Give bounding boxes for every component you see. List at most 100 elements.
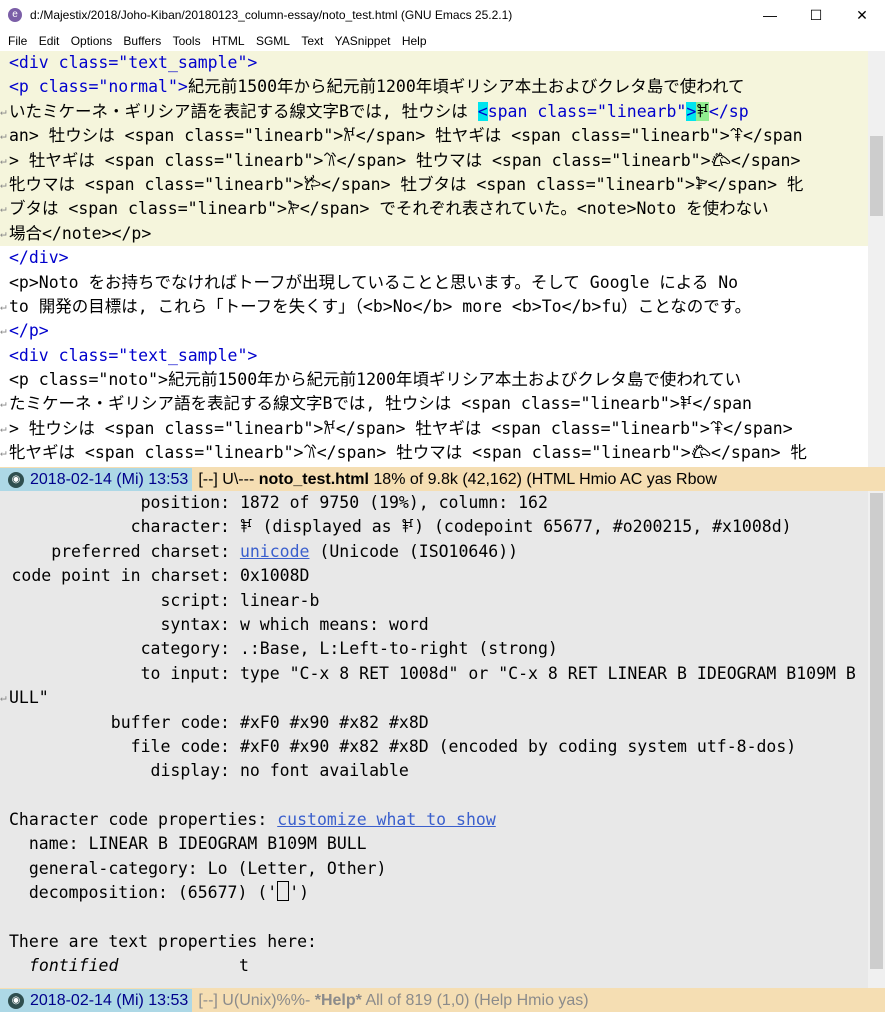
menu-edit[interactable]: Edit [31,31,60,51]
editor-scrollbar[interactable] [868,51,885,467]
wrap-indicator-icon: ↵ [0,691,7,705]
help-line: category: .:Base, L:Left-to-right (stron… [140,639,558,659]
code-line: ↵ 牝ウマは <span class="linearb">𐂂</span> 牡ブタ… [0,172,868,198]
tofu-glyph: 𐂍 [696,101,709,121]
wrap-indicator-icon: ↵ [0,129,7,143]
menu-file[interactable]: File [0,31,27,51]
help-line: syntax: w which means: word [160,614,429,634]
text-cursor: < [477,101,488,121]
help-blank-line [0,906,868,930]
menu-text[interactable]: Text [293,31,323,51]
code-line: <p class="noto">紀元前1500年から紀元前1200年頃ギリシア本… [9,370,742,390]
modeline-date: ◉ 2018-02-14 (Mi) 13:53 [0,468,193,491]
code-line: <p class="normal">紀元前1500年から紀元前1200年頃ギリシ… [0,75,868,100]
menu-tools[interactable]: Tools [165,31,201,51]
help-line: script: linear-b [160,590,320,610]
menu-options[interactable]: Options [63,31,112,51]
code-text: an> 牡ウシは <span class="linearb">𐂌</span> … [9,126,803,146]
clock-icon: ◉ [8,993,24,1009]
help-scrollbar-thumb[interactable] [870,493,883,969]
code-tag: <p class="normal"> [9,77,188,97]
help-line: position: 1872 of 9750 (19%), column: 16… [140,493,548,512]
tofu-box-icon [277,881,290,902]
code-text: たミケーネ・ギリシア語を表記する線文字Bでは, 牡ウシは <span class… [9,394,752,414]
help-line: ↵ ULL" [0,686,868,710]
wrap-indicator-icon: ↵ [0,202,7,216]
code-line: ↵ an> 牡ウシは <span class="linearb">𐂌</span>… [0,124,868,149]
code-line: ↵ たミケーネ・ギリシア語を表記する線文字Bでは, 牡ウシは <span clas… [0,392,868,416]
help-line: fontified t [29,956,249,976]
menu-html[interactable]: HTML [204,31,245,51]
maximize-button[interactable]: ☐ [793,0,839,31]
help-line: to input: type "C-x 8 RET 1008d" or "C-x… [140,663,856,683]
code-tag: span class="linearb" [487,101,687,121]
minimize-button[interactable]: — [747,0,793,31]
help-blank-line [0,784,868,808]
wrap-indicator-icon: ↵ [0,397,7,411]
modeline-editor: ◉ 2018-02-14 (Mi) 13:53 [--] U\--- noto_te… [0,467,885,491]
modeline-position: 18% of 9.8k (42,162) [368,471,522,488]
menu-sgml[interactable]: SGML [248,31,290,51]
help-line: decomposition: (65677) (' ') [9,881,310,903]
code-line: <div class="text_sample"> [0,51,868,76]
code-line: ↵ > 牡ウシは <span class="linearb">𐂌</span> 牡… [0,417,868,441]
code-line: <div class="text_sample"> [9,345,258,365]
modeline-status: [--] U\--- [198,471,259,488]
wrap-indicator-icon: ↵ [0,324,7,338]
help-line: general-category: Lo (Letter, Other) [9,858,387,878]
code-line: ↵ 牝ヤギは <span class="linearb">𐂈</span> 牡ウマ… [0,441,868,465]
editor-scrollbar-thumb[interactable] [870,136,883,216]
close-button[interactable]: ✕ [839,0,885,31]
help-line: preferred charset: unicode (Unicode (ISO… [51,541,519,561]
code-text: 場合</note></p> [9,223,152,243]
wrap-indicator-icon: ↵ [0,104,7,118]
help-line: Character code properties: customize wha… [9,810,496,830]
wrap-indicator-icon: ↵ [0,421,7,435]
help-line: file code: #xF0 #x90 #x82 #x8D (encoded … [130,736,797,756]
modeline-modes[interactable]: (Help Hmio yas) [470,992,589,1009]
wrap-indicator-icon: ↵ [0,446,7,460]
code-tag: </sp [708,101,749,121]
wrap-indicator-icon: ↵ [0,153,7,167]
help-line: name: LINEAR B IDEOGRAM B109M BULL [9,834,367,854]
help-pane[interactable]: position: 1872 of 9750 (19%), column: 16… [0,491,868,988]
modeline-help: ◉ 2018-02-14 (Mi) 13:53 [--] U(Unix)%%- *H… [0,988,885,1012]
customize-link[interactable]: customize what to show [277,810,496,829]
code-text: ブタは <span class="linearb">𐂊</span> でそれぞれ… [9,199,769,219]
menu-buffers[interactable]: Buffers [115,31,161,51]
modeline-date: ◉ 2018-02-14 (Mi) 13:53 [0,989,193,1012]
code-line: <p>Noto をお持ちでなければトーフが出現していることと思います。そして G… [9,272,739,292]
modeline-position: All of 819 (1,0) [361,992,470,1009]
modeline-modes[interactable]: (HTML Hmio AC yas Rbow [522,471,717,488]
code-line: </div> [9,248,69,268]
help-line: buffer code: #xF0 #x90 #x82 #x8D [110,712,429,732]
code-text: いたミケーネ・ギリシア語を表記する線文字Bでは, 牡ウシは [9,101,478,121]
help-line: display: no font available [150,761,409,781]
clock-icon: ◉ [8,472,24,488]
code-text: > 牡ヤギは <span class="linearb">𐂈</span> 牡ウ… [9,150,801,170]
code-line: ↵ > 牡ヤギは <span class="linearb">𐂈</span> 牡… [0,148,868,173]
title-bar: e d:/Majestix/2018/Joho-Kiban/20180123_c… [0,0,885,31]
editor-pane[interactable]: <div class="text_sample"> <p class="norm… [0,51,868,467]
help-scrollbar[interactable] [868,491,885,988]
wrap-indicator-icon: ↵ [0,226,7,240]
emacs-icon: e [8,8,22,22]
code-text: 牝ウマは <span class="linearb">𐂂</span> 牡ブタは… [9,174,804,194]
wrap-indicator-icon: ↵ [0,177,7,191]
code-text: 牝ヤギは <span class="linearb">𐂈</span> 牡ウマは… [9,443,807,463]
code-text: to 開発の目標は, これら「トーフを失くす」（<b>No</b> more <… [9,296,752,316]
unicode-link[interactable]: unicode [240,542,310,561]
modeline-buffer-name[interactable]: noto_test.html [259,471,369,488]
modeline-buffer-name[interactable]: *Help* [315,992,362,1009]
modeline-status: [--] U(Unix)%%- [198,992,315,1009]
menu-yasnippet[interactable]: YASnippet [327,31,391,51]
code-text: 紀元前1500年から紀元前1200年頃ギリシア本土およびクレタ島で使われて [187,77,745,97]
text-cursor-match: > [686,101,697,121]
code-line: ↵ いたミケーネ・ギリシア語を表記する線文字Bでは, 牡ウシは <span cl… [0,99,868,125]
code-text: > 牡ウシは <span class="linearb">𐂌</span> 牡ヤ… [9,418,793,438]
code-line: ↵ to 開発の目標は, これら「トーフを失くす」（<b>No</b> more … [0,295,868,319]
menu-help[interactable]: Help [394,31,427,51]
code-line: ↵ </p> [0,319,868,343]
menu-bar: File Edit Options Buffers Tools HTML SGM… [0,31,885,51]
window-title: d:/Majestix/2018/Joho-Kiban/20180123_col… [30,8,513,22]
